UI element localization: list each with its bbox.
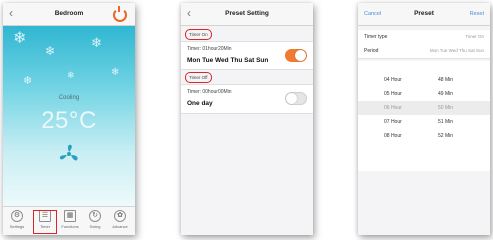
snowflake-icon: ❄ [91,35,102,50]
tab-timer[interactable]: ☰ Timer [33,210,57,234]
timer-on-group-label: Timer On [185,29,212,40]
fan-icon[interactable] [58,143,80,165]
timer-off-group-label: Timer Off [185,72,212,83]
tab-advance[interactable]: ✿ Advance [108,210,132,234]
picker-row-selected[interactable]: 06 Hour 50 Min [358,101,490,115]
tab-label: Settings [9,224,25,229]
picker-row[interactable]: 07 Hour 51 Min [358,115,490,129]
timer-off-days: One day [187,100,213,107]
period-value: Mon Tue Wed Thu Sat Sun [429,48,484,53]
page-title: Preset Setting [225,10,269,17]
picker-minute: 49 Min [438,91,454,97]
reset-button[interactable]: Reset [470,11,484,17]
mode-label: Cooling [58,95,80,101]
timer-type-value: Timer On [465,34,484,39]
phone-screen-preset: Cancel Preset Reset Timer type Timer On … [358,3,490,235]
timer-off-cell[interactable]: Timer: 00hour00Min One day [181,84,313,114]
period-row[interactable]: Period Mon Tue Wed Thu Sat Sun [358,44,490,59]
functions-icon: ▦ [64,210,76,222]
nav-bar: ‹ Bedroom [3,3,135,26]
snowflake-icon: ❄ [45,44,56,58]
picker-row[interactable]: 04 Hour 48 Min [358,73,490,87]
timer-on-time: Timer: 01hour20Min [187,46,232,52]
timer-type-label: Timer type [364,34,388,40]
timer-type-row[interactable]: Timer type Timer On [358,30,490,45]
toggle-knob [286,93,297,104]
timer-on-toggle[interactable] [285,49,307,62]
timer-icon: ☰ [39,210,51,222]
swing-icon: ↻ [89,210,101,222]
snowflake-icon: ❄ [111,67,120,78]
picker-minute: 50 Min [438,105,454,111]
tab-functions[interactable]: ▦ Functions [58,210,82,234]
tab-label: Timer [39,224,51,229]
picker-minute: 51 Min [438,119,454,125]
period-label: Period [364,48,379,54]
power-icon[interactable] [113,6,127,22]
timer-off-time: Timer: 00hour00Min [187,89,232,95]
picker-minute: 48 Min [438,77,454,83]
time-picker[interactable]: 04 Hour 48 Min 05 Hour 49 Min 06 Hour 50… [358,61,490,171]
timer-on-cell[interactable]: Timer: 01hour20Min Mon Tue Wed Thu Sat S… [181,41,313,70]
picker-row[interactable]: 08 Hour 52 Min [358,129,490,143]
snowflake-icon: ❄ [23,75,33,87]
timer-off-toggle[interactable] [285,92,307,105]
snowflake-icon: ❄ [67,70,75,80]
nav-bar: ‹ Preset Setting [181,3,313,26]
picker-minute: 52 Min [438,133,454,139]
phone-screen-bedroom: ❄ ❄ ❄ ❄ ❄ ❄ ‹ Bedroom Cooling 25°C ⚙ Set… [3,3,135,235]
timer-on-days: Mon Tue Wed Thu Sat Sun [187,57,269,64]
snowflake-icon: ❄ [13,30,27,47]
temperature-display: 25°C [41,107,97,134]
gear-icon: ⚙ [11,210,23,222]
tab-settings[interactable]: ⚙ Settings [5,210,29,234]
tab-label: Swing [89,224,101,229]
tab-label: Advance [112,224,128,229]
picker-row[interactable]: 05 Hour 49 Min [358,87,490,101]
nav-bar: Cancel Preset Reset [358,3,490,26]
picker-hour: 08 Hour [384,133,402,139]
picker-hour: 07 Hour [384,119,402,125]
picker-hour: 04 Hour [384,77,402,83]
tab-bar: ⚙ Settings ☰ Timer ▦ Functions ↻ Swing ✿… [3,206,135,235]
picker-hour: 06 Hour [384,105,402,111]
tab-label: Functions [61,224,79,229]
tab-swing[interactable]: ↻ Swing [83,210,107,234]
picker-hour: 05 Hour [384,91,402,97]
phone-screen-preset-setting: ‹ Preset Setting Timer On Timer: 01hour2… [181,3,313,235]
toggle-knob [295,50,306,61]
advance-icon: ✿ [114,210,126,222]
